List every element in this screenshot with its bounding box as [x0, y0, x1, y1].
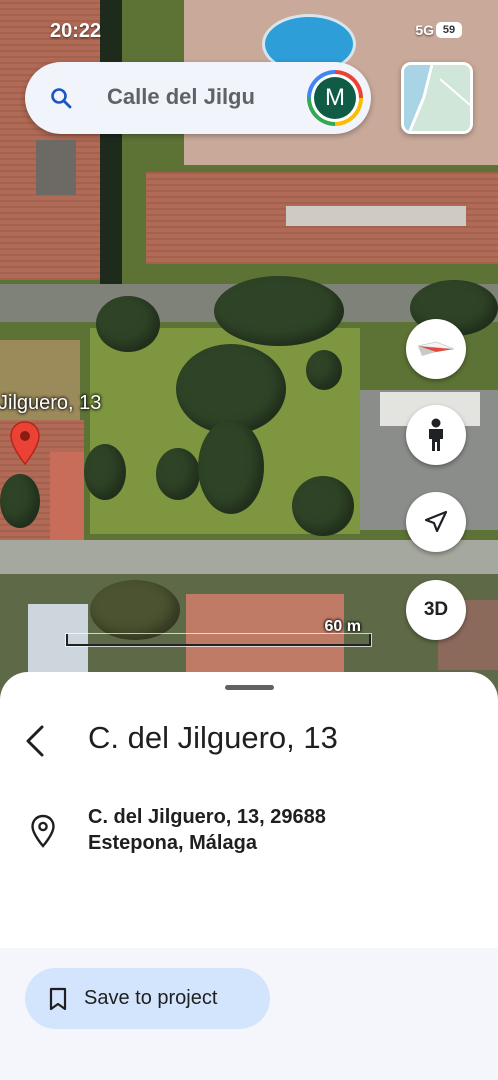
map-layers-button[interactable]: [401, 62, 473, 134]
scale-bar: [66, 634, 371, 646]
three-d-button[interactable]: 3D: [406, 580, 466, 640]
map-tree: [306, 350, 342, 390]
map-tree: [0, 474, 40, 528]
my-location-button[interactable]: [406, 492, 466, 552]
status-bar: 20:22 5G 59: [0, 18, 498, 48]
satellite-map[interactable]: 20:22 5G 59 Calle del Jilgu M Jilguero, …: [0, 0, 498, 700]
address-line-2: Estepona, Málaga: [88, 832, 257, 854]
map-tree: [214, 276, 344, 346]
compass-icon: [417, 341, 455, 356]
account-avatar[interactable]: M: [307, 70, 363, 126]
location-outline-icon: [31, 814, 55, 848]
bookmark-icon: [49, 987, 67, 1011]
map-scale: 60 m: [66, 618, 371, 646]
status-time: 20:22: [50, 20, 102, 42]
map-tree: [292, 476, 354, 536]
search-bar[interactable]: Calle del Jilgu M: [25, 62, 371, 134]
save-to-project-button[interactable]: Save to project: [25, 968, 270, 1029]
network-indicator: 5G: [415, 22, 434, 38]
map-tree: [84, 444, 126, 500]
map-tree: [156, 448, 200, 500]
back-arrow-icon[interactable]: [20, 724, 50, 758]
compass-button[interactable]: [406, 319, 466, 379]
navigation-icon: [424, 510, 448, 533]
street-view-button[interactable]: [406, 405, 466, 465]
avatar-initial: M: [314, 77, 356, 119]
map-tree: [198, 420, 264, 514]
search-input[interactable]: Calle del Jilgu: [107, 84, 307, 110]
address-line-1: C. del Jilguero, 13, 29688: [88, 806, 326, 828]
save-button-label: Save to project: [84, 987, 218, 1009]
location-pin-icon[interactable]: [9, 420, 41, 468]
place-address: C. del Jilguero, 13, 29688 Estepona, Mál…: [88, 804, 326, 856]
map-roof-detail: [36, 140, 76, 195]
place-title: C. del Jilguero, 13: [88, 720, 338, 755]
search-icon[interactable]: [49, 86, 73, 110]
map-place-label[interactable]: Jilguero, 13: [0, 392, 101, 415]
battery-icon: 59: [436, 22, 462, 38]
sheet-footer: Save to project: [0, 948, 498, 1080]
place-bottom-sheet[interactable]: C. del Jilguero, 13 C. del Jilguero, 13,…: [0, 672, 498, 1080]
pegman-icon: [429, 418, 443, 451]
map-roof-detail: [286, 206, 466, 226]
map-tree: [96, 296, 160, 352]
map-roof: [50, 452, 84, 542]
map-thumbnail-icon: [404, 65, 470, 131]
drag-handle[interactable]: [225, 685, 274, 690]
